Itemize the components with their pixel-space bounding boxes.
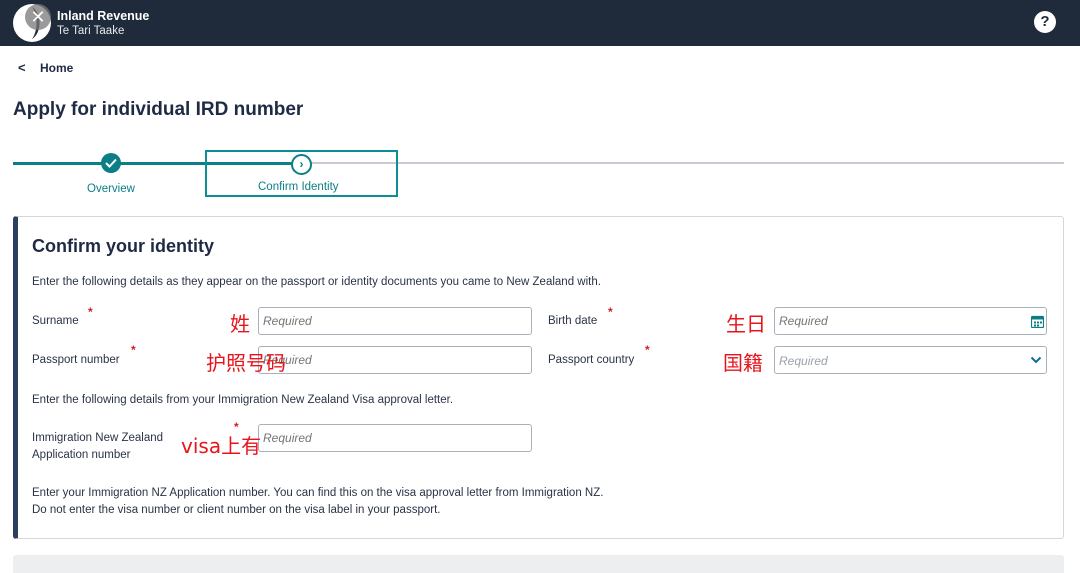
birth-date-input[interactable]: [774, 307, 1047, 335]
calendar-icon[interactable]: [1031, 315, 1044, 328]
help-text-line1: Enter your Immigration NZ Application nu…: [32, 487, 604, 499]
page-title: Apply for individual IRD number: [13, 99, 304, 120]
help-text-line2: Do not enter the visa number or client n…: [32, 504, 441, 516]
help-icon[interactable]: ?: [1034, 11, 1056, 33]
surname-annotation: 姓: [230, 312, 250, 336]
passport-number-label: Passport number: [32, 354, 120, 366]
brand-subtitle: Te Tari Taake: [57, 25, 125, 37]
immigration-label-line2: Application number: [32, 449, 131, 461]
surname-label: Surname: [32, 315, 79, 327]
brand-title: Inland Revenue: [57, 9, 150, 23]
birth-date-annotation: 生日: [726, 312, 766, 336]
card-title: Confirm your identity: [32, 236, 215, 256]
breadcrumb-home-link[interactable]: Home: [40, 61, 73, 75]
bottom-action-bar: [13, 555, 1064, 573]
passport-number-required-mark: *: [131, 343, 136, 357]
passport-country-placeholder: Required: [779, 354, 828, 368]
passport-country-required-mark: *: [645, 343, 650, 357]
immigration-label-line1: Immigration New Zealand: [32, 432, 164, 444]
birth-date-label: Birth date: [548, 315, 598, 327]
visa-intro-text: Enter the following details from your Im…: [32, 394, 454, 406]
passport-number-input[interactable]: [258, 346, 532, 374]
step-current-chevron-icon: ›: [291, 154, 312, 175]
step-overview-label[interactable]: Overview: [87, 183, 135, 195]
surname-input[interactable]: [258, 307, 532, 335]
passport-country-annotation: 国籍: [723, 351, 763, 375]
chevron-down-icon[interactable]: [1030, 355, 1042, 365]
chevron-left-icon[interactable]: <: [18, 60, 26, 75]
top-bar: ✕ Inland Revenue Te Tari Taake ?: [0, 0, 1080, 46]
immigration-annotation: visa上有: [181, 434, 262, 458]
step-overview-complete-icon[interactable]: [101, 153, 121, 173]
stepper-track: [300, 162, 1064, 164]
immigration-application-input[interactable]: [258, 424, 532, 452]
passport-country-select[interactable]: Required: [774, 346, 1047, 374]
close-icon[interactable]: ✕: [25, 4, 51, 30]
passport-number-annotation: 护照号码: [206, 351, 286, 375]
surname-required-mark: *: [88, 305, 93, 319]
checkmark-icon: [105, 158, 117, 168]
passport-country-label: Passport country: [548, 354, 635, 366]
step-confirm-identity-label[interactable]: Confirm Identity: [258, 181, 339, 193]
intro-text: Enter the following details as they appe…: [32, 276, 601, 288]
birth-date-required-mark: *: [608, 305, 613, 319]
